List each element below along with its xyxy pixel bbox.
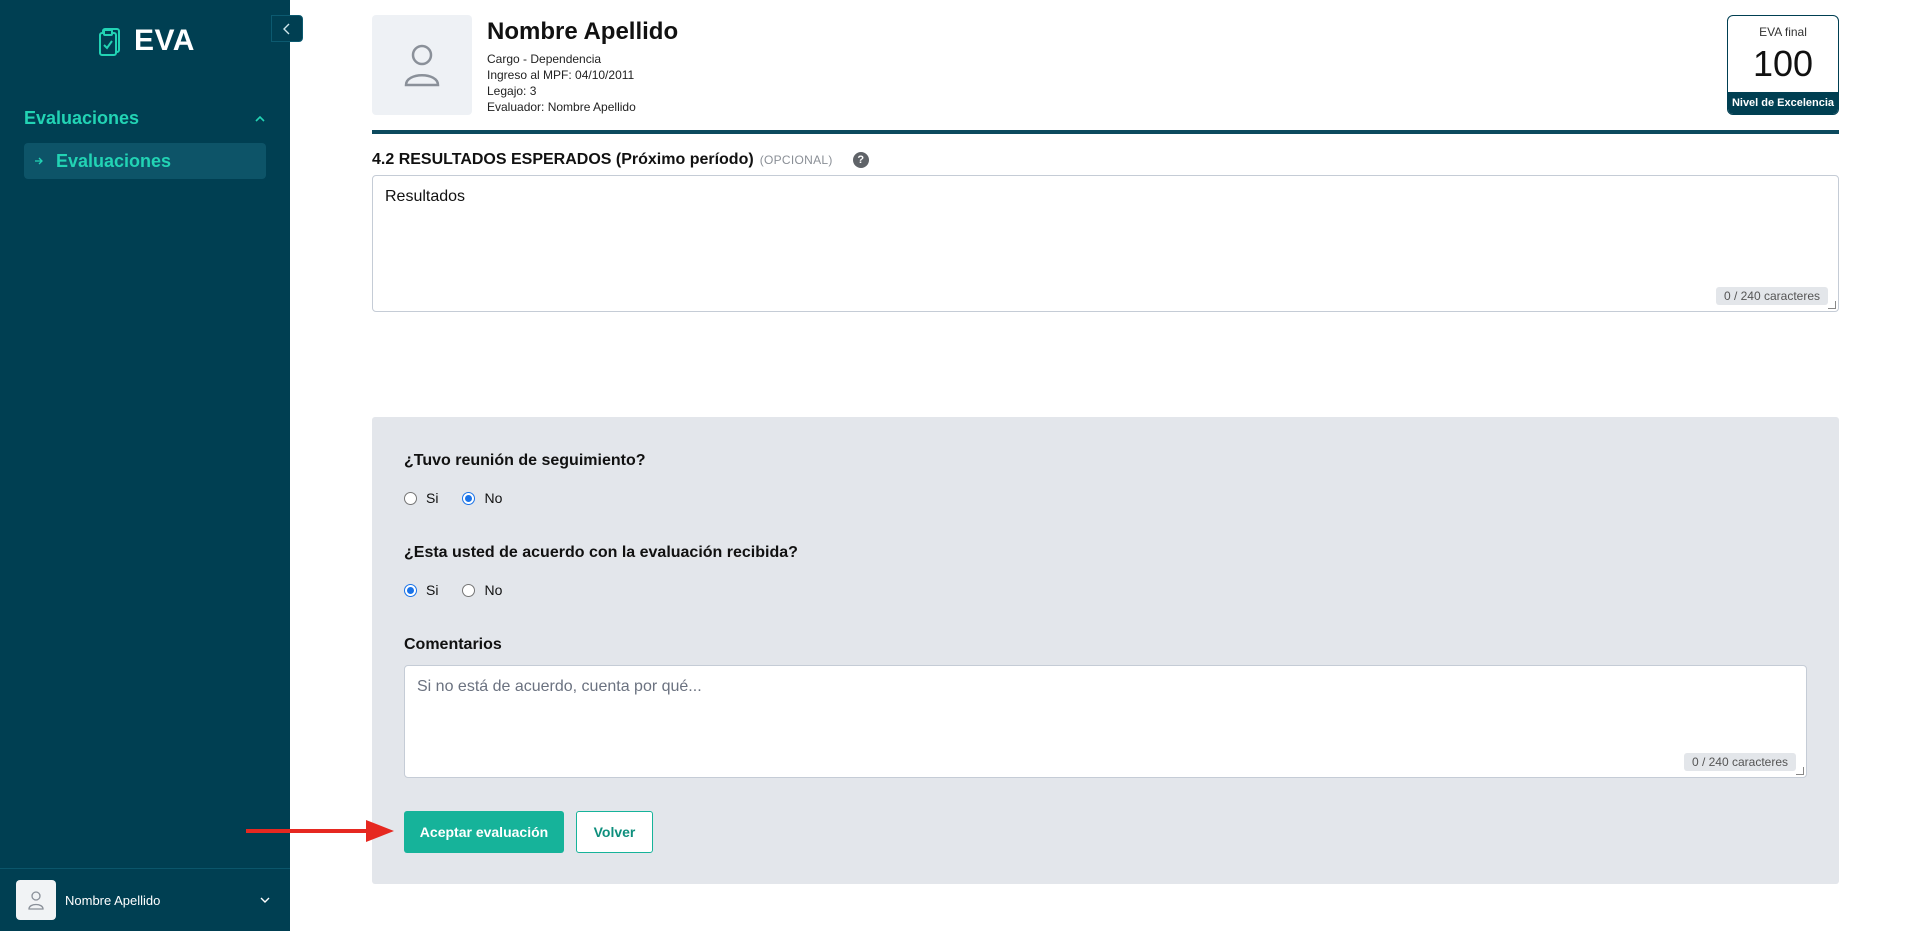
section-title: 4.2 RESULTADOS ESPERADOS (Próximo períod…	[372, 151, 869, 169]
radio-label: Si	[426, 582, 439, 598]
radio-label: No	[484, 582, 503, 598]
radio-label: Si	[426, 490, 439, 506]
agreement-radio-group: Si No	[404, 582, 502, 598]
help-icon[interactable]: ?	[852, 152, 869, 168]
user-name: Nombre Apellido	[65, 892, 161, 908]
profile-photo	[372, 15, 472, 115]
avatar	[16, 880, 56, 920]
nav-group-label: Evaluaciones	[24, 108, 140, 128]
profile-meta: Cargo - Dependencia Ingreso al MPF: 04/1…	[487, 51, 636, 115]
chevron-left-icon	[283, 23, 290, 34]
followup-radio-yes[interactable]: Si	[404, 490, 438, 506]
results-textarea[interactable]: Resultados 0 / 240 caracteres	[372, 175, 1839, 312]
resize-handle[interactable]	[1828, 301, 1836, 309]
followup-radio-no[interactable]: No	[462, 490, 502, 506]
resize-handle[interactable]	[1796, 767, 1804, 775]
chevron-up-icon	[255, 115, 265, 122]
results-value: Resultados	[385, 188, 466, 205]
header-divider	[372, 130, 1839, 134]
user-icon	[404, 44, 440, 87]
back-button[interactable]: Volver	[576, 811, 653, 853]
brand-logo[interactable]: EVA	[98, 24, 195, 58]
collapse-sidebar-button[interactable]	[271, 15, 303, 42]
score-value: 100	[1752, 43, 1814, 84]
red-arrow-annotation	[246, 820, 394, 842]
radio-circle[interactable]	[404, 491, 417, 505]
profile-evaluator: Evaluador: Nombre Apellido	[487, 100, 636, 114]
followup-radio-group: Si No	[404, 490, 502, 506]
user-menu[interactable]: Nombre Apellido	[0, 868, 290, 931]
optional-tag: (OPCIONAL)	[759, 153, 833, 167]
comments-label: Comentarios	[404, 636, 502, 653]
radio-circle[interactable]	[462, 583, 476, 597]
agreement-question: ¿Esta usted de acuerdo con la evaluación…	[404, 544, 798, 561]
section-title-text: 4.2 RESULTADOS ESPERADOS (Próximo períod…	[372, 151, 754, 168]
score-label: EVA final	[1759, 25, 1807, 39]
profile-name: Nombre Apellido	[487, 18, 679, 45]
radio-circle-selected[interactable]	[462, 491, 476, 505]
arrow-right-icon	[35, 157, 43, 165]
nav-item-evaluaciones[interactable]: Evaluaciones	[24, 143, 266, 179]
accept-evaluation-button[interactable]: Aceptar evaluación	[404, 811, 564, 853]
char-counter: 0 / 240 caracteres	[1683, 753, 1796, 771]
brand-name: EVA	[134, 24, 195, 57]
radio-label: No	[484, 490, 503, 506]
final-score-card: EVA final 100 Nivel de Excelencia	[1727, 15, 1839, 115]
sidebar: EVA Evaluaciones Evaluaciones Nombre Ape…	[0, 0, 290, 931]
nav-item-label: Evaluaciones	[56, 150, 172, 171]
agreement-radio-no[interactable]: No	[462, 582, 502, 598]
followup-question: ¿Tuvo reunión de seguimiento?	[404, 452, 646, 469]
clipboard-check-icon	[99, 28, 120, 56]
comments-textarea[interactable]: Si no está de acuerdo, cuenta por qué...…	[404, 665, 1807, 778]
profile-position: Cargo - Dependencia	[487, 52, 602, 66]
profile-join-date: Ingreso al MPF: 04/10/2011	[487, 68, 635, 82]
user-icon	[28, 891, 44, 910]
score-level: Nivel de Excelencia	[1728, 92, 1838, 114]
comments-placeholder: Si no está de acuerdo, cuenta por qué...	[417, 678, 702, 695]
nav-group-evaluaciones[interactable]: Evaluaciones	[24, 108, 266, 129]
char-counter: 0 / 240 caracteres	[1715, 287, 1828, 305]
chevron-down-icon	[260, 897, 270, 903]
profile-file-number: Legajo: 3	[487, 84, 537, 98]
agreement-radio-yes[interactable]: Si	[404, 582, 438, 598]
radio-circle-selected[interactable]	[404, 583, 417, 597]
